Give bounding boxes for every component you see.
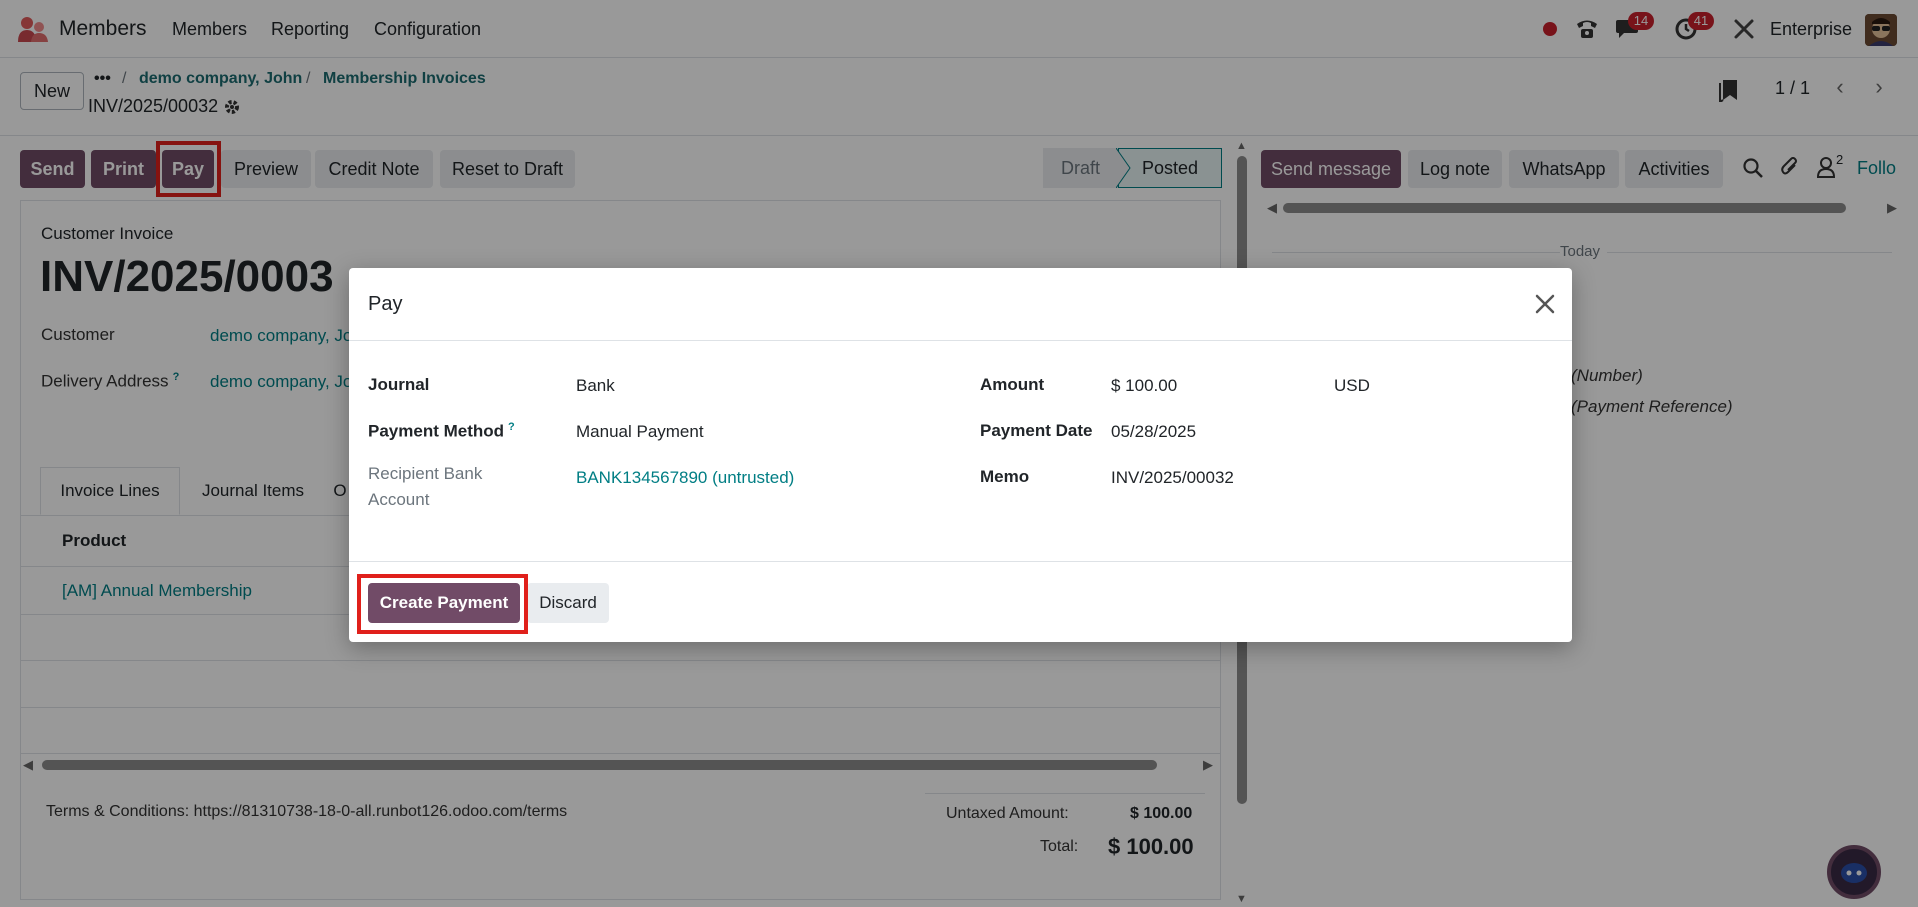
close-icon[interactable] bbox=[1529, 288, 1561, 320]
payment-method-field[interactable]: Manual Payment bbox=[576, 422, 704, 442]
recipient-bank-account-field[interactable]: BANK134567890 (untrusted) bbox=[576, 468, 794, 488]
dialog-footer-divider bbox=[349, 561, 1572, 562]
discard-button[interactable]: Discard bbox=[527, 583, 609, 623]
journal-field[interactable]: Bank bbox=[576, 376, 615, 396]
recipient-bank-account-label: Recipient Bank Account bbox=[368, 464, 483, 509]
payment-method-label: Payment Method? bbox=[368, 421, 515, 441]
amount-field[interactable]: $ 100.00 bbox=[1111, 376, 1177, 396]
amount-label: Amount bbox=[980, 375, 1045, 394]
pay-dialog: Pay Journal Bank Payment Method? Manual … bbox=[349, 268, 1572, 642]
currency-field[interactable]: USD bbox=[1334, 376, 1370, 396]
payment-date-field[interactable]: 05/28/2025 bbox=[1111, 422, 1196, 442]
dialog-title: Pay bbox=[368, 293, 403, 315]
help-icon[interactable]: ? bbox=[508, 421, 515, 433]
payment-date-label: Payment Date bbox=[980, 421, 1093, 440]
memo-label: Memo bbox=[980, 467, 1030, 486]
memo-field[interactable]: INV/2025/00032 bbox=[1111, 468, 1234, 488]
dialog-header-divider bbox=[349, 340, 1572, 341]
create-payment-highlight bbox=[357, 574, 528, 634]
journal-label: Journal bbox=[368, 375, 430, 394]
